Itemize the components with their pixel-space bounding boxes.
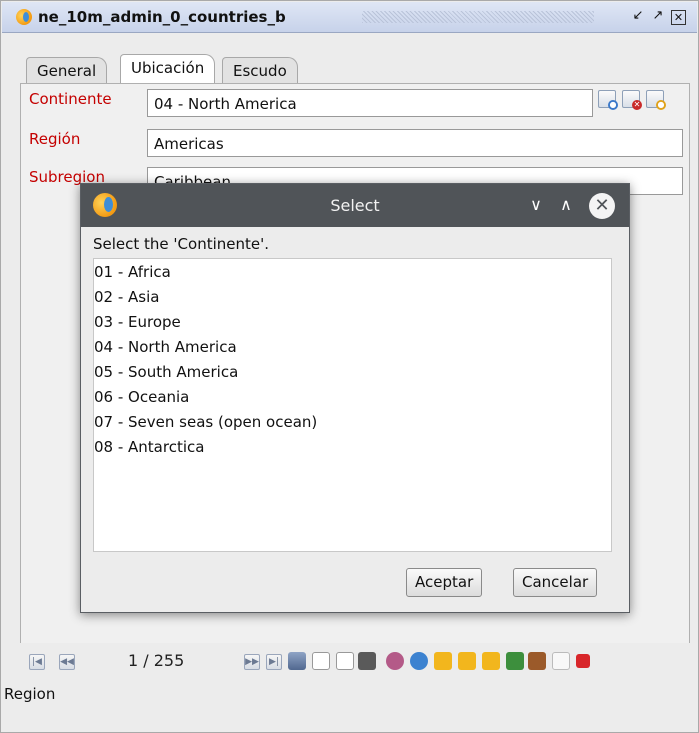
clear-value-icon[interactable]: ✕ xyxy=(622,90,642,110)
tab-general[interactable]: General xyxy=(26,57,108,84)
minimize-icon[interactable]: ∨ xyxy=(525,194,547,216)
window-title: ne_10m_admin_0_countries_b xyxy=(38,8,286,26)
edit-badge-icon: ● xyxy=(656,100,666,110)
cancel-button[interactable]: Cancelar xyxy=(513,568,598,597)
next-record-icon[interactable]: ▶▶ xyxy=(244,654,260,670)
tab-label: Ubicación xyxy=(131,59,205,77)
continente-field[interactable]: 04 - North America xyxy=(147,89,593,117)
region-label: Región xyxy=(29,130,81,148)
list-item[interactable]: 01 - Africa xyxy=(94,260,594,285)
print-icon[interactable] xyxy=(528,652,546,670)
record-counter: 1 / 255 xyxy=(128,651,185,670)
restore-icon[interactable]: ↙ xyxy=(630,8,646,24)
titlebar-grip xyxy=(362,11,594,23)
maximize-icon[interactable]: ∧ xyxy=(555,194,577,216)
app-logo-icon xyxy=(16,9,32,25)
list-item[interactable]: 07 - Seven seas (open ocean) xyxy=(94,410,594,435)
select-dialog: Select ∨ ∧ ✕ Select the 'Continente'. 01… xyxy=(80,183,630,613)
region-field[interactable]: Americas xyxy=(147,129,683,157)
new-record-icon[interactable] xyxy=(312,652,330,670)
select-badge-icon: ● xyxy=(608,100,618,110)
maximize-icon[interactable]: ↗ xyxy=(650,8,666,24)
status-text: Region xyxy=(4,685,56,703)
save-icon[interactable] xyxy=(288,652,306,670)
dialog-titlebar[interactable]: Select ∨ ∧ ✕ xyxy=(81,184,629,227)
list-item[interactable]: 02 - Asia xyxy=(94,285,594,310)
dialog-prompt: Select the 'Continente'. xyxy=(93,235,270,253)
last-record-icon[interactable]: ▶| xyxy=(266,654,282,670)
option-list[interactable]: 01 - Africa 02 - Asia 03 - Europe 04 - N… xyxy=(93,258,612,552)
database-icon[interactable] xyxy=(386,652,404,670)
edit-value-icon[interactable]: ● xyxy=(646,90,666,110)
close-icon[interactable]: ✕ xyxy=(671,10,686,25)
first-record-icon[interactable]: |◀ xyxy=(29,654,45,670)
delete-record-icon[interactable] xyxy=(336,652,354,670)
tab-label: General xyxy=(37,62,97,80)
zoom-icon[interactable] xyxy=(506,652,524,670)
tab-ubicacion[interactable]: Ubicación xyxy=(120,54,216,84)
accept-button[interactable]: Aceptar xyxy=(406,568,483,597)
sort-icon[interactable] xyxy=(458,652,476,670)
tab-escudo-de-armas[interactable]: Escudo de armas xyxy=(222,57,298,132)
list-item[interactable]: 03 - Europe xyxy=(94,310,594,335)
filter-icon[interactable] xyxy=(434,652,452,670)
find-icon[interactable] xyxy=(358,652,376,670)
previous-record-icon[interactable]: ◀◀ xyxy=(59,654,75,670)
close-form-icon[interactable] xyxy=(576,654,590,668)
list-item[interactable]: 06 - Oceania xyxy=(94,385,594,410)
list-item[interactable]: 04 - North America xyxy=(94,335,594,360)
report-icon[interactable] xyxy=(552,652,570,670)
list-item[interactable]: 08 - Antarctica xyxy=(94,435,594,460)
refresh-icon[interactable] xyxy=(410,652,428,670)
navigation-toolbar: |◀ ◀◀ 1 / 255 ▶▶ ▶| Region xyxy=(2,643,697,703)
continente-label: Continente xyxy=(29,90,112,108)
window-titlebar[interactable]: ne_10m_admin_0_countries_b ↙ ↗ ✕ xyxy=(2,2,697,33)
close-icon[interactable]: ✕ xyxy=(589,193,615,219)
list-item[interactable]: 05 - South America xyxy=(94,360,594,385)
table-icon[interactable] xyxy=(482,652,500,670)
select-value-icon[interactable]: ● xyxy=(598,90,618,110)
clear-badge-icon: ✕ xyxy=(632,100,642,110)
